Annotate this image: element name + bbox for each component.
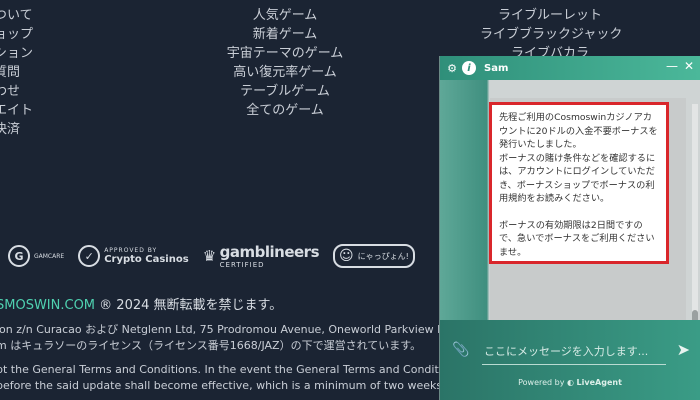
minimize-icon[interactable]: — — [666, 59, 678, 73]
chat-widget: ⚙ i Sam — ✕ 先程ご利用のCosmoswinカジノアカウントに20ドル… — [439, 56, 700, 400]
footer-link[interactable]: エイト — [0, 101, 33, 120]
footer-link-high-rtp-games[interactable]: 高い復元率ゲーム — [210, 63, 360, 82]
footer-link[interactable]: 決済 — [0, 120, 33, 139]
certification-logos: G GAMCARE ✓ APPROVED BY Crypto Casinos ♛… — [8, 238, 415, 274]
agent-message: 先程ご利用のCosmoswinカジノアカウントに20ドルの入金不要ボーナスを発行… — [489, 102, 669, 264]
footer-link[interactable]: ション — [0, 44, 33, 63]
shield-icon: ✓ — [78, 245, 101, 267]
chat-message-input[interactable] — [482, 338, 666, 365]
footer-links-live: ライブルーレット ライブブラックジャック ライブバカラ — [480, 6, 622, 63]
footer-link-popular-games[interactable]: 人気ゲーム — [210, 6, 360, 25]
footer-link[interactable]: ョップ — [0, 25, 33, 44]
crown-icon: ♛ — [202, 247, 216, 265]
legal-text-line: ion z/n Curacao および Netglenn Ltd, 75 Pro… — [0, 323, 476, 336]
legal-text-line: before the said update shall become effe… — [0, 379, 472, 392]
footer-link-all-games[interactable]: 全てのゲーム — [210, 101, 360, 120]
footer-links-left: ついて ョップ ション 質問 わせ エイト 決済 — [0, 6, 33, 139]
footer-link-live-blackjack[interactable]: ライブブラックジャック — [480, 25, 622, 44]
info-icon[interactable]: i — [462, 61, 476, 75]
gamcare-logo[interactable]: G GAMCARE — [8, 245, 64, 267]
liveagent-icon: ◐ — [567, 378, 574, 387]
footer-link-live-roulette[interactable]: ライブルーレット — [480, 6, 620, 25]
copyright-brand[interactable]: SMOSWIN.COM — [0, 298, 95, 313]
crypto-casinos-logo[interactable]: ✓ APPROVED BY Crypto Casinos — [78, 245, 189, 267]
close-icon[interactable]: ✕ — [684, 59, 694, 73]
send-icon[interactable]: ➤ — [677, 340, 690, 359]
footer-link[interactable]: ついて — [0, 6, 33, 25]
gear-icon[interactable]: ⚙ — [444, 62, 460, 75]
chat-composer: 📎 ➤ Powered by ◐ LiveAgent — [440, 320, 700, 400]
gamcare-icon: G — [8, 245, 30, 267]
chat-scrollbar[interactable] — [692, 104, 698, 336]
legal-text-line: pt the General Terms and Conditions. In … — [0, 363, 472, 376]
gamblineers-logo[interactable]: ♛ gamblineers CERTIFIED — [202, 243, 320, 269]
paperclip-icon[interactable]: 📎 — [452, 342, 469, 358]
mascot-icon: ☺ — [339, 248, 354, 264]
footer-link-table-games[interactable]: テーブルゲーム — [210, 82, 360, 101]
chat-header: ⚙ i Sam — ✕ — [440, 56, 700, 80]
legal-text-line: m はキュラソーのライセンス（ライセンス番号1668/JAZ）の下で運営されてい… — [0, 339, 422, 352]
copyright: SMOSWIN.COM ® 2024 無断転載を禁じます。 — [0, 294, 282, 313]
powered-by[interactable]: Powered by ◐ LiveAgent — [440, 378, 700, 387]
footer-links-games: 人気ゲーム 新着ゲーム 宇宙テーマのゲーム 高い復元率ゲーム テーブルゲーム 全… — [210, 6, 360, 120]
footer-link-new-games[interactable]: 新着ゲーム — [210, 25, 360, 44]
agent-name: Sam — [484, 62, 509, 74]
footer-link[interactable]: 質問 — [0, 63, 33, 82]
footer-link-space-games[interactable]: 宇宙テーマのゲーム — [210, 44, 360, 63]
chat-messages[interactable]: 先程ご利用のCosmoswinカジノアカウントに20ドルの入金不要ボーナスを発行… — [440, 80, 700, 336]
footer-link[interactable]: わせ — [0, 82, 33, 101]
review-badge-logo[interactable]: ☺ にゃっぴょん! — [333, 244, 415, 268]
